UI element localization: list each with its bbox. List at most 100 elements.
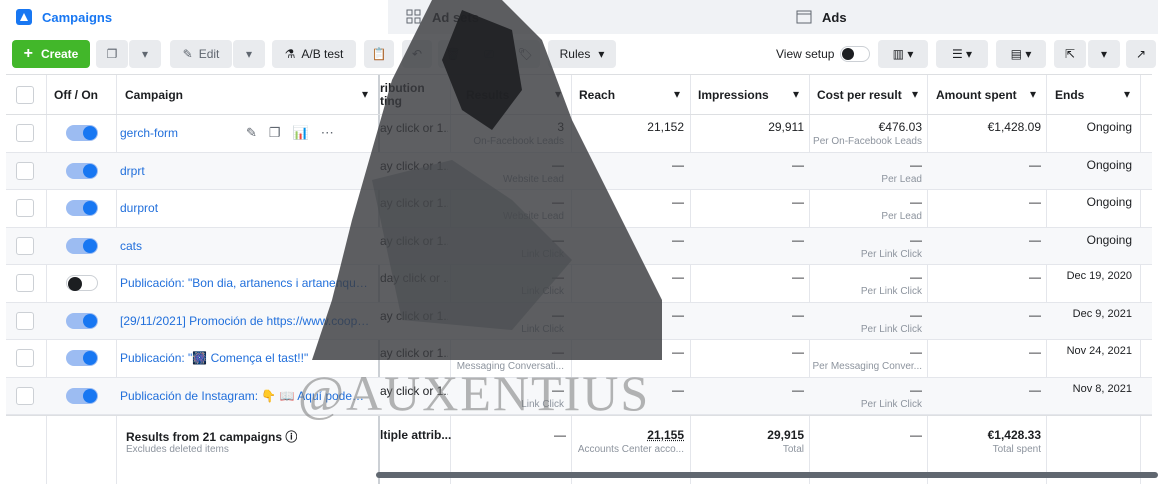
impressions-value: — [792, 345, 804, 359]
campaign-name-link[interactable]: durprot [120, 201, 370, 215]
row-checkbox[interactable] [16, 386, 34, 405]
row-checkbox[interactable] [16, 199, 34, 217]
cpr-value: — [910, 195, 922, 209]
preview-button[interactable]: ⎚ [474, 40, 504, 68]
results-sub: Link Click [521, 323, 564, 335]
horizontal-scrollbar[interactable] [376, 472, 1158, 478]
col-campaign[interactable]: Campaign [125, 88, 183, 102]
campaign-toggle[interactable] [66, 387, 98, 404]
clipboard-button[interactable]: 📋 [364, 40, 394, 68]
impressions-value: — [792, 195, 804, 209]
sort-icon[interactable]: ▾ [362, 87, 368, 101]
campaign-name-link[interactable]: Publicación: "Bon dia, artanencs i artan… [120, 276, 370, 290]
columns-button[interactable]: ▥ ▾ [878, 40, 928, 68]
export-dropdown[interactable]: ▾ [1088, 40, 1120, 68]
ab-test-button[interactable]: ⚗ A/B test [272, 40, 356, 68]
campaign-toggle[interactable] [66, 200, 98, 216]
pencil-icon[interactable]: ✎ [246, 125, 269, 140]
tab-ads-label: Ads [822, 9, 847, 25]
ends-value: Ongoing [1086, 157, 1132, 172]
duplicate-dropdown[interactable]: ▾ [129, 40, 161, 68]
undo-button[interactable]: ↶ [402, 40, 432, 68]
charts-button[interactable]: ↗ [1126, 40, 1156, 68]
col-reach[interactable]: Reach [579, 88, 615, 102]
table-row[interactable]: drprt ay click or 1... — Website Lead — — — Per… [6, 152, 1152, 190]
grid-icon [406, 9, 422, 25]
col-impressions[interactable]: Impressions [698, 88, 769, 102]
col-amount-spent[interactable]: Amount spent [936, 88, 1017, 102]
campaign-toggle[interactable] [66, 237, 98, 254]
summary-results: — [554, 428, 566, 442]
campaign-name-link[interactable]: drprt [120, 164, 370, 178]
sort-icon[interactable]: ▾ [912, 87, 918, 101]
cpr-value: €476.03 [878, 120, 922, 134]
ends-value: Dec 9, 2021 [1072, 307, 1132, 320]
edit-button[interactable]: ✎ Edit [170, 40, 232, 68]
sort-icon[interactable]: ▾ [1030, 87, 1036, 101]
table-row[interactable]: [29/11/2021] Promoción de https://www.co… [6, 302, 1152, 340]
tab-campaigns[interactable]: Campaigns [0, 0, 388, 34]
col-results[interactable]: Results [466, 88, 509, 102]
results-value: — [552, 157, 564, 172]
summary-reach-sub: Accounts Center acco... [577, 444, 684, 455]
select-all-checkbox[interactable] [16, 86, 34, 104]
col-cost-per-result[interactable]: Cost per result [817, 88, 902, 102]
reach-value: 21,152 [647, 120, 684, 134]
sort-icon[interactable]: ▾ [1124, 87, 1130, 101]
results-sub: Website Lead [503, 173, 564, 185]
summary-reach[interactable]: 21,155 [574, 428, 684, 442]
duplicate-icon[interactable]: ❐ [269, 125, 293, 140]
summary-sub: Excludes deleted items [126, 444, 229, 455]
row-checkbox[interactable] [16, 311, 34, 330]
tab-adsets[interactable]: Ad sets [390, 0, 778, 34]
tag-button[interactable]: 🏷 [510, 40, 540, 68]
view-setup-toggle[interactable] [840, 46, 870, 62]
edit-dropdown[interactable]: ▾ [233, 40, 265, 68]
spent-value: — [1029, 382, 1041, 397]
campaign-name-link[interactable]: cats [120, 239, 370, 253]
tab-ads[interactable]: Ads [780, 0, 1158, 34]
col-onoff[interactable]: Off / On [54, 88, 98, 102]
row-checkbox[interactable] [16, 124, 34, 142]
more-icon[interactable]: ⋯ [321, 125, 346, 140]
create-button[interactable]: + Create [12, 40, 90, 68]
tag-icon: 🏷 [517, 47, 533, 61]
sort-icon[interactable]: ▾ [555, 87, 561, 101]
plus-icon: + [23, 45, 33, 62]
table-row[interactable]: gerch-form ay click or 1... 3 On-Facebook L… [6, 115, 1152, 153]
sort-icon[interactable]: ▾ [674, 87, 680, 101]
campaign-toggle[interactable] [66, 312, 98, 329]
campaign-toggle[interactable] [66, 350, 98, 366]
table-row[interactable]: Publicación: "Bon dia, artanencs i artan… [6, 265, 1152, 303]
watermark-text: @AUXENTIUS [298, 365, 651, 421]
reach-value: — [672, 345, 684, 359]
impressions-value: — [792, 157, 804, 172]
summary-attribution: ltiple attrib... [380, 428, 452, 442]
row-checkbox[interactable] [16, 236, 34, 255]
table-row[interactable]: cats ay click or 1... — Link Click — — — Per Li… [6, 227, 1152, 265]
campaign-toggle[interactable] [66, 275, 98, 291]
campaign-name-link[interactable]: Publicación: "🎆 Comença el tast!!" [120, 351, 370, 365]
sort-icon[interactable]: ▾ [793, 87, 799, 101]
campaign-toggle[interactable] [66, 162, 98, 179]
bar-chart-icon[interactable]: 📊 [293, 125, 321, 140]
row-checkbox[interactable] [16, 161, 34, 180]
col-ends[interactable]: Ends [1055, 88, 1084, 102]
campaign-name-link[interactable]: [29/11/2021] Promoción de https://www.co… [120, 314, 370, 328]
table-row[interactable]: durprot ay click or 1... — Website Lead — — — P… [6, 190, 1152, 228]
duplicate-button[interactable]: ❐ [96, 40, 128, 68]
row-checkbox[interactable] [16, 274, 34, 292]
cpr-sub: Per Link Click [860, 323, 922, 335]
row-checkbox[interactable] [16, 349, 34, 367]
breakdown-button[interactable]: ☰ ▾ [936, 40, 988, 68]
row-actions: ✎❐📊⋯ [246, 125, 346, 141]
reports-button[interactable]: ▤ ▾ [996, 40, 1046, 68]
campaign-toggle[interactable] [66, 125, 98, 141]
delete-button[interactable]: 🗑 [438, 40, 468, 68]
export-button[interactable]: ⇱ [1054, 40, 1086, 68]
col-attribution[interactable]: ribution ting [380, 82, 425, 108]
summary-impressions-sub: Total [782, 444, 804, 455]
tab-campaigns-label: Campaigns [42, 9, 113, 25]
ends-value: Nov 24, 2021 [1066, 345, 1132, 357]
rules-button[interactable]: Rules ▾ [548, 40, 616, 68]
